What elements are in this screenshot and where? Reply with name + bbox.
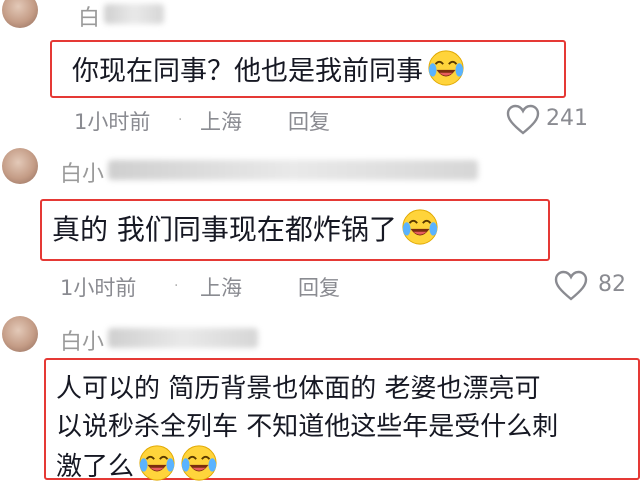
comment-time: 1小时前 [74, 110, 151, 134]
comment-text-line: 人可以的 简历背景也体面的 老婆也漂亮可 [56, 374, 541, 404]
laughing-crying-emoji-icon [402, 209, 438, 245]
comment-username[interactable]: 白小 [60, 324, 104, 356]
comment-username[interactable]: 白小 [60, 156, 104, 188]
avatar[interactable] [2, 316, 38, 352]
comment-text-content: 真的 我们同事现在都炸锅了 [52, 213, 397, 246]
laughing-crying-emoji-icon [428, 50, 464, 86]
comment-text-content: 你现在同事？他也是我前同事 [72, 56, 423, 87]
laughing-crying-emoji-icon [139, 445, 175, 481]
comment-time: 1小时前 [60, 276, 137, 300]
comment-location: 上海 [200, 110, 242, 134]
blurred-username [108, 328, 258, 348]
like-count: 82 [598, 272, 626, 297]
blurred-username [104, 4, 164, 24]
comment-text: 你现在同事？他也是我前同事 [72, 49, 465, 88]
meta-separator: · [178, 112, 183, 128]
reply-button[interactable]: 回复 [298, 272, 340, 302]
comment-username[interactable]: 白 [78, 0, 100, 32]
avatar[interactable] [2, 0, 38, 28]
reply-button[interactable]: 回复 [288, 106, 330, 136]
laughing-crying-emoji-icon [181, 445, 217, 481]
avatar[interactable] [2, 148, 38, 184]
meta-separator: · [174, 278, 179, 294]
heart-outline-icon[interactable] [554, 270, 588, 302]
comment-text: 真的 我们同事现在都炸锅了 [52, 208, 439, 248]
comment-location: 上海 [200, 276, 242, 300]
like-count: 241 [546, 106, 588, 131]
comment-text-line: 以说秒杀全列车 不知道他这些年是受什么刺 [56, 412, 559, 442]
comment-text-line: 激了么 [56, 452, 135, 482]
heart-outline-icon[interactable] [506, 104, 540, 136]
blurred-username [108, 160, 478, 180]
comment-text: 激了么 [56, 444, 218, 483]
